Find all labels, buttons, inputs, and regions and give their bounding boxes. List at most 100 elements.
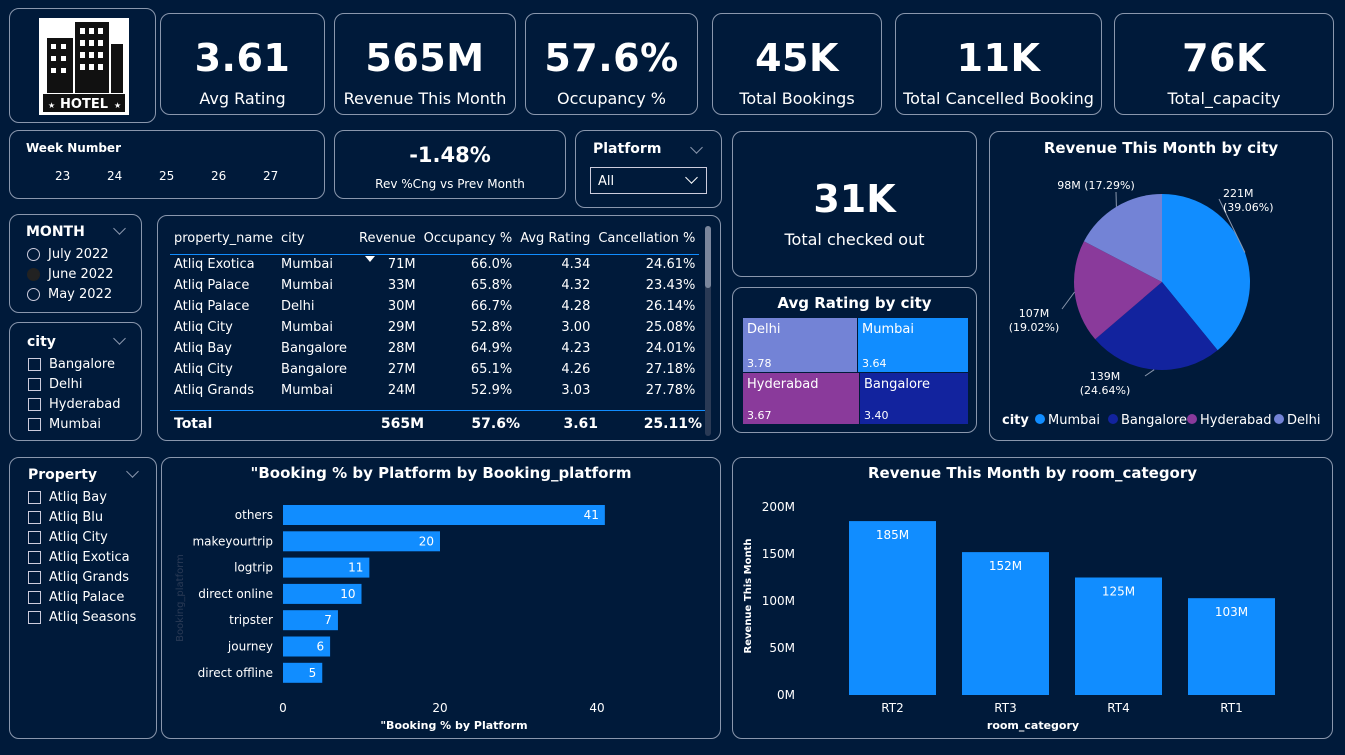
- pie-chart-card: Revenue This Month by city 221M (39.06%) 1…: [989, 131, 1333, 441]
- treemap-label: Delhi: [747, 322, 781, 337]
- checkbox-icon: [28, 551, 41, 564]
- week-option[interactable]: 26: [211, 169, 263, 183]
- city-option[interactable]: Delhi: [28, 377, 82, 392]
- treemap-value: 3.40: [864, 409, 889, 422]
- treemap-tile[interactable]: Mumbai 3.64: [858, 318, 968, 372]
- legend-label[interactable]: Mumbai: [1048, 413, 1100, 428]
- week-option[interactable]: 27: [263, 169, 315, 183]
- chevron-down-icon: [685, 171, 698, 184]
- property-option[interactable]: Atliq Palace: [28, 590, 124, 605]
- bar[interactable]: [962, 552, 1049, 695]
- treemap-tile[interactable]: Delhi 3.78: [743, 318, 857, 372]
- chevron-down-icon[interactable]: [126, 465, 139, 478]
- table-cell: 29M: [387, 320, 416, 335]
- month-option[interactable]: June 2022: [27, 267, 114, 282]
- option-label: Bangalore: [49, 357, 115, 372]
- option-label: June 2022: [48, 267, 114, 282]
- table-cell: 24M: [387, 383, 416, 398]
- city-option[interactable]: Bangalore: [28, 357, 115, 372]
- table-cell: 52.8%: [470, 320, 513, 335]
- property-slicer: Property Atliq Bay Atliq Blu Atliq City Atl…: [9, 457, 157, 739]
- legend-label[interactable]: Hyderabad: [1200, 413, 1272, 428]
- property-option[interactable]: Atliq Exotica: [28, 550, 130, 565]
- table-row[interactable]: Atliq Grands Mumbai 24M 52.9% 3.03 27.78%: [170, 380, 699, 401]
- city-option[interactable]: Hyderabad: [28, 397, 121, 412]
- option-label: Atliq Grands: [49, 570, 130, 585]
- column-header[interactable]: Cancellation %: [594, 224, 699, 254]
- y-tick-label: 150M: [762, 547, 795, 561]
- bar-data-label: 152M: [989, 559, 1022, 573]
- treemap-title: Avg Rating by city: [777, 294, 932, 312]
- column-header[interactable]: Avg Rating: [516, 224, 594, 254]
- week-option[interactable]: 25: [159, 169, 211, 183]
- pie-pct-label: (39.06%): [1223, 201, 1274, 214]
- week-slicer: Week Number 23 24 25 26 27: [9, 130, 325, 199]
- table-cell: 23.43%: [645, 278, 696, 293]
- column-header[interactable]: property_name: [170, 224, 277, 254]
- svg-text:★: ★: [48, 101, 55, 110]
- table-cell: Atliq City: [174, 362, 233, 377]
- month-option[interactable]: July 2022: [27, 247, 109, 262]
- kpi-revenue: 565M Revenue This Month: [334, 13, 516, 115]
- y-axis-title: Booking_platform: [175, 554, 186, 642]
- month-option[interactable]: May 2022: [27, 287, 112, 302]
- table-row[interactable]: Atliq Exotica Mumbai 71M 66.0% 4.34 24.61%: [170, 254, 699, 275]
- kpi-avg-rating: 3.61 Avg Rating: [160, 13, 325, 115]
- table-row[interactable]: Atliq Palace Mumbai 33M 65.8% 4.32 23.43%: [170, 275, 699, 296]
- chevron-down-icon[interactable]: [113, 332, 126, 345]
- table-scrollbar[interactable]: [705, 226, 711, 436]
- checked-out-value: 31K: [813, 177, 896, 221]
- table-row[interactable]: Atliq Palace Delhi 30M 66.7% 4.28 26.14%: [170, 296, 699, 317]
- treemap-tile[interactable]: Hyderabad 3.67: [743, 373, 859, 424]
- chevron-down-icon[interactable]: [690, 141, 703, 154]
- table-cell: Atliq City: [174, 320, 233, 335]
- checkbox-icon: [28, 571, 41, 584]
- bar[interactable]: [283, 662, 323, 683]
- table-cell: 4.32: [561, 278, 591, 293]
- table-cell: 4.26: [561, 362, 591, 377]
- bar-data-label: 10: [340, 587, 355, 601]
- table-row[interactable]: Atliq Bay Bangalore 28M 64.9% 4.23 24.01%: [170, 338, 699, 359]
- legend-label[interactable]: Bangalore: [1121, 413, 1187, 428]
- platform-dropdown[interactable]: All: [590, 167, 707, 194]
- property-option[interactable]: Atliq Seasons: [28, 610, 136, 625]
- option-label: Atliq Blu: [49, 510, 104, 525]
- checked-out-label: Total checked out: [784, 230, 925, 249]
- column-header[interactable]: Occupancy %: [420, 224, 517, 254]
- checkbox-icon: [28, 511, 41, 524]
- column-header[interactable]: city: [277, 224, 355, 254]
- logo-card: HOTEL ★ ★: [9, 8, 156, 123]
- bar[interactable]: [283, 531, 440, 552]
- category-label: others: [235, 508, 273, 522]
- property-option[interactable]: Atliq City: [28, 530, 108, 545]
- table-cell: 25.08%: [645, 320, 696, 335]
- bar-data-label: 6: [316, 640, 324, 654]
- x-tick-label: 0: [279, 701, 287, 715]
- week-option[interactable]: 24: [107, 169, 159, 183]
- treemap-tile[interactable]: Bangalore 3.40: [860, 373, 968, 424]
- column-header[interactable]: Revenue: [355, 224, 420, 254]
- platform-bar-chart: others 41 makeyourtrip 20 logtrip 11 direct on…: [175, 505, 605, 732]
- checkbox-icon: [28, 358, 41, 371]
- bar[interactable]: [849, 521, 936, 695]
- treemap-value: 3.78: [747, 357, 772, 370]
- chevron-down-icon[interactable]: [113, 222, 126, 235]
- table-row[interactable]: Atliq City Mumbai 29M 52.8% 3.00 25.08%: [170, 317, 699, 338]
- bar-data-label: 20: [419, 534, 434, 548]
- property-option[interactable]: Atliq Bay: [28, 490, 107, 505]
- city-slicer: city Bangalore Delhi Hyderabad Mumbai: [9, 322, 142, 441]
- week-option[interactable]: 23: [55, 169, 107, 183]
- month-slicer-title: MONTH: [26, 224, 85, 240]
- week-options: 23 24 25 26 27: [55, 169, 315, 183]
- kpi-label: Total Cancelled Booking: [903, 89, 1094, 108]
- scrollbar-thumb[interactable]: [705, 226, 711, 288]
- table-row[interactable]: Atliq City Bangalore 27M 65.1% 4.26 27.18%: [170, 359, 699, 380]
- legend-label[interactable]: Delhi: [1287, 413, 1320, 428]
- bar[interactable]: [283, 505, 605, 525]
- option-label: Atliq Bay: [49, 490, 107, 505]
- property-option[interactable]: Atliq Grands: [28, 570, 129, 585]
- table-cell: Atliq Exotica: [174, 257, 255, 273]
- city-option[interactable]: Mumbai: [28, 417, 101, 432]
- table-cell: Bangalore: [281, 341, 347, 356]
- property-option[interactable]: Atliq Blu: [28, 510, 103, 525]
